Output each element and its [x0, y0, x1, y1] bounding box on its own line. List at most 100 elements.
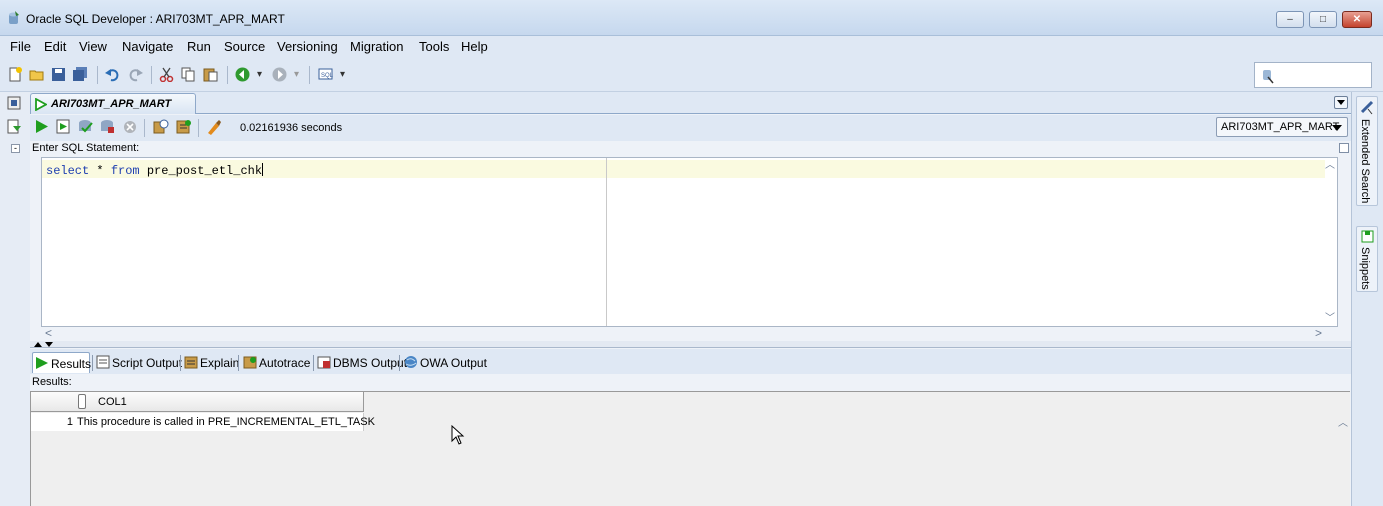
menu-help[interactable]: Help	[461, 39, 488, 54]
explain-plan-icon[interactable]	[176, 119, 192, 134]
run-script-icon[interactable]	[56, 119, 70, 134]
commit-icon[interactable]	[78, 119, 93, 134]
clear-icon[interactable]	[206, 119, 222, 135]
sql-history-icon[interactable]	[153, 119, 169, 134]
splitter-arrows-icon[interactable]	[33, 341, 55, 348]
scroll-left-icon[interactable]: <	[45, 327, 52, 339]
run-statement-icon[interactable]	[35, 119, 49, 134]
tab-dbms-output[interactable]: DBMS Output	[315, 352, 407, 373]
column-sort-icon[interactable]	[78, 394, 86, 409]
results-grid[interactable]: COL1 1 This procedure is called in PRE_I…	[30, 391, 1350, 506]
grid-header-row: COL1	[31, 392, 364, 412]
connection-select[interactable]: ARI703MT_APR_MART	[1216, 117, 1348, 137]
open-icon[interactable]	[29, 67, 44, 82]
forward-dropdown-icon[interactable]: ▾	[294, 70, 299, 80]
tab-results[interactable]: Results	[32, 352, 92, 373]
save-all-icon[interactable]	[73, 67, 88, 82]
menu-navigate[interactable]: Navigate	[122, 39, 173, 54]
tab-separator	[180, 355, 181, 371]
grid-scroll-up-icon[interactable]: ︿	[1338, 414, 1348, 429]
back-dropdown-icon[interactable]: ▾	[257, 70, 262, 80]
snippets-icon	[1361, 230, 1374, 243]
minimize-button[interactable]: –	[1276, 11, 1304, 28]
forward-icon[interactable]	[272, 67, 287, 82]
owa-icon	[405, 356, 417, 368]
sql-icon[interactable]: SQL	[318, 67, 336, 82]
scroll-up-icon[interactable]: ︿	[1325, 161, 1335, 171]
table-row[interactable]: 1 This procedure is called in PRE_INCREM…	[31, 413, 375, 431]
autotrace-icon	[243, 356, 257, 369]
connections-icon[interactable]	[7, 96, 22, 111]
paste-icon[interactable]	[203, 67, 218, 82]
redo-icon[interactable]	[128, 67, 143, 82]
search-icon	[1263, 70, 1274, 84]
left-gutter	[0, 92, 30, 506]
panel-splitter[interactable]	[30, 341, 1351, 348]
tab-owa-output-label: OWA Output	[420, 356, 487, 370]
rollback-icon[interactable]	[100, 119, 115, 134]
menu-edit[interactable]: Edit	[44, 39, 66, 54]
scroll-down-icon[interactable]: ﹀	[1325, 314, 1335, 324]
tab-explain[interactable]: Explain	[182, 352, 239, 373]
play-icon	[36, 357, 48, 369]
sql-code: select * from pre_post_etl_chk	[46, 163, 264, 178]
reports-icon[interactable]	[7, 119, 22, 134]
cut-icon[interactable]	[159, 67, 174, 82]
scroll-right-icon[interactable]: >	[1315, 327, 1322, 339]
extended-search-label: Extended Search	[1359, 119, 1371, 204]
toolbar-separator	[309, 66, 310, 84]
tab-snippets[interactable]: Snippets	[1356, 226, 1378, 292]
tab-results-label: Results	[51, 357, 92, 371]
tab-worksheet[interactable]: ARI703MT_APR_MART	[30, 93, 196, 114]
menu-view[interactable]: View	[79, 39, 107, 54]
connection-select-value: ARI703MT_APR_MART	[1221, 121, 1340, 133]
sql-dropdown-icon[interactable]: ▾	[340, 70, 345, 80]
maximize-button[interactable]: □	[1309, 11, 1337, 28]
undo-icon[interactable]	[105, 67, 120, 82]
tab-separator	[399, 355, 400, 371]
maximize-icon: □	[1319, 14, 1327, 25]
tab-owa-output[interactable]: OWA Output	[402, 352, 488, 373]
tab-script-output[interactable]: Script Output	[94, 352, 182, 373]
tab-autotrace[interactable]: Autotrace	[241, 352, 311, 373]
menu-run[interactable]: Run	[187, 39, 211, 54]
play-icon	[35, 98, 47, 111]
back-icon[interactable]	[235, 67, 250, 82]
svg-text:SQL: SQL	[321, 73, 334, 79]
sql-editor[interactable]: select * from pre_post_etl_chk ︿ ﹀	[41, 157, 1338, 327]
editor-vertical-scrollbar[interactable]: ︿ ﹀	[1323, 158, 1337, 326]
menu-source[interactable]: Source	[224, 39, 265, 54]
title-bar: Oracle SQL Developer : ARI703MT_APR_MART…	[0, 0, 1383, 36]
tab-separator	[313, 355, 314, 371]
tab-separator	[92, 355, 93, 371]
worksheet-toolbar: 0.02161936 seconds ARI703MT_APR_MART	[30, 115, 1351, 141]
menu-file[interactable]: File	[10, 39, 31, 54]
maximize-editor-icon[interactable]	[1339, 143, 1349, 153]
new-icon[interactable]	[8, 67, 23, 82]
tab-extended-search[interactable]: Extended Search	[1356, 96, 1378, 206]
copy-icon[interactable]	[181, 67, 196, 82]
tab-script-output-label: Script Output	[112, 356, 183, 370]
menu-versioning[interactable]: Versioning	[277, 39, 338, 54]
table-cell[interactable]: This procedure is called in PRE_INCREMEN…	[77, 416, 375, 428]
menu-tools[interactable]: Tools	[419, 39, 449, 54]
save-icon[interactable]	[51, 67, 66, 82]
menu-migration[interactable]: Migration	[350, 39, 403, 54]
tab-separator	[238, 355, 239, 371]
sql-developer-app-icon	[9, 11, 19, 24]
output-tabs: Results Script Output Explain Autotrace …	[30, 349, 1351, 374]
collapse-toggle[interactable]: -	[11, 144, 20, 153]
editor-horizontal-scrollbar[interactable]: < >	[41, 327, 1338, 341]
results-label: Results:	[32, 376, 72, 388]
cancel-icon[interactable]	[123, 120, 137, 134]
menu-bar: File Edit View Navigate Run Source Versi…	[0, 36, 1383, 58]
elapsed-time: 0.02161936 seconds	[240, 122, 343, 134]
text-caret	[262, 163, 264, 176]
search-input[interactable]	[1254, 62, 1372, 88]
toolbar-separator	[198, 119, 199, 137]
column-header[interactable]: COL1	[98, 396, 127, 408]
tab-autotrace-label: Autotrace	[259, 356, 311, 370]
tab-list-dropdown[interactable]	[1334, 96, 1348, 109]
close-button[interactable]: ✕	[1342, 11, 1372, 28]
script-icon	[96, 355, 110, 369]
